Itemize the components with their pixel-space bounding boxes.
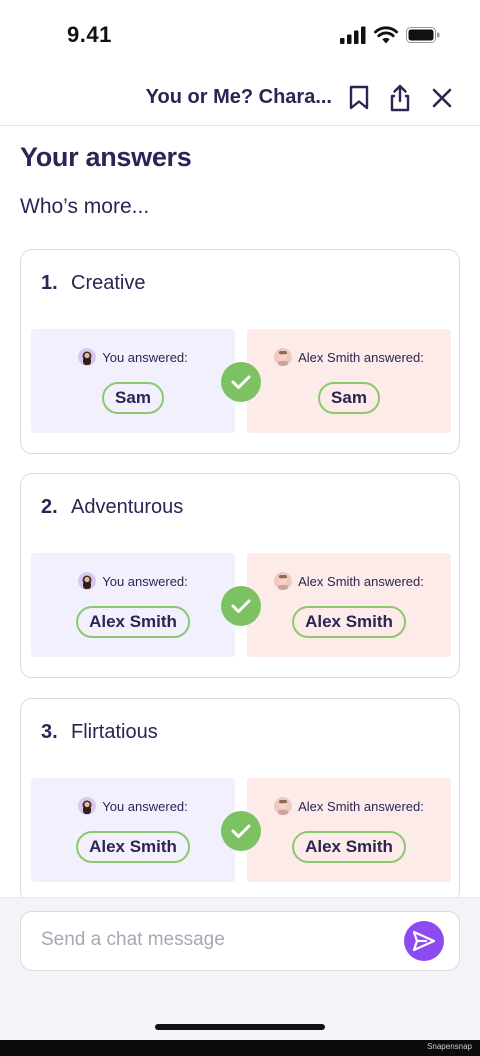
question-card: 2. Adventurous You answered: Alex Smith … — [20, 473, 460, 678]
partner-answer-panel: Alex Smith answered: Sam — [247, 329, 451, 433]
status-time: 9.41 — [67, 22, 112, 47]
avatar-you — [78, 348, 97, 366]
chat-bar: Send a chat message — [0, 897, 480, 1040]
avatar-alex — [274, 797, 293, 815]
match-check-badge — [221, 811, 261, 851]
status-bar: 9.41 — [0, 0, 480, 70]
partner-answer-value: Alex Smith — [292, 606, 406, 638]
chat-placeholder: Send a chat message — [41, 929, 225, 950]
question-label: Creative — [71, 272, 146, 294]
partner-answer-panel: Alex Smith answered: Alex Smith — [247, 778, 451, 882]
avatar-you — [78, 572, 97, 590]
share-button[interactable] — [386, 84, 414, 112]
avatar-alex — [274, 572, 293, 590]
your-answer-value: Sam — [102, 382, 164, 414]
avatar-alex — [274, 348, 293, 366]
your-answer-value: Alex Smith — [76, 606, 190, 638]
your-answer-label: You answered: — [102, 573, 188, 589]
wifi-icon — [374, 26, 398, 44]
question-number: 1. — [41, 272, 58, 294]
your-answer-panel: You answered: Alex Smith — [31, 553, 235, 657]
page-title: Your answers — [20, 142, 192, 172]
close-icon — [432, 88, 452, 108]
home-indicator — [155, 1024, 325, 1030]
question-label: Flirtatious — [71, 721, 158, 743]
send-button[interactable] — [404, 921, 444, 961]
match-check-badge — [221, 586, 261, 626]
close-button[interactable] — [428, 84, 456, 112]
your-answer-panel: You answered: Sam — [31, 329, 235, 433]
partner-answer-value: Sam — [318, 382, 380, 414]
bookmark-button[interactable] — [345, 84, 373, 112]
question-heading: 2. Adventurous — [41, 496, 183, 519]
header-title: You or Me? Chara... — [145, 86, 332, 108]
your-answer-label: You answered: — [102, 349, 188, 365]
footer-credit: Snapensnap — [427, 1042, 472, 1051]
your-answer-panel: You answered: Alex Smith — [31, 778, 235, 882]
check-icon — [231, 599, 251, 613]
question-card: 3. Flirtatious You answered: Alex Smith … — [20, 698, 460, 897]
footer-strip: Snapensnap — [0, 1040, 480, 1056]
page-subtitle: Who’s more... — [20, 195, 150, 218]
send-icon — [412, 930, 436, 952]
question-heading: 3. Flirtatious — [41, 721, 158, 744]
your-answer-label: You answered: — [102, 798, 188, 814]
question-number: 2. — [41, 496, 58, 518]
your-answer-value: Alex Smith — [76, 831, 190, 863]
check-icon — [231, 375, 251, 389]
top-bar: You or Me? Chara... — [0, 70, 480, 126]
check-icon — [231, 824, 251, 838]
partner-answer-value: Alex Smith — [292, 831, 406, 863]
avatar-you — [78, 797, 97, 815]
partner-answer-label: Alex Smith answered: — [298, 349, 424, 365]
question-label: Adventurous — [71, 496, 184, 518]
partner-answer-panel: Alex Smith answered: Alex Smith — [247, 553, 451, 657]
chat-message-input[interactable]: Send a chat message — [20, 911, 460, 971]
status-icons — [340, 26, 440, 44]
partner-answer-label: Alex Smith answered: — [298, 573, 424, 589]
signal-icon — [340, 26, 366, 44]
partner-answer-label: Alex Smith answered: — [298, 798, 424, 814]
bookmark-icon — [349, 85, 369, 110]
share-icon — [390, 84, 410, 112]
answers-content[interactable]: Your answers Who’s more... 1. Creative Y… — [0, 127, 480, 897]
question-heading: 1. Creative — [41, 272, 145, 295]
match-check-badge — [221, 362, 261, 402]
battery-icon — [406, 27, 440, 43]
question-card: 1. Creative You answered: Sam Alex Smith… — [20, 249, 460, 454]
question-number: 3. — [41, 721, 58, 743]
